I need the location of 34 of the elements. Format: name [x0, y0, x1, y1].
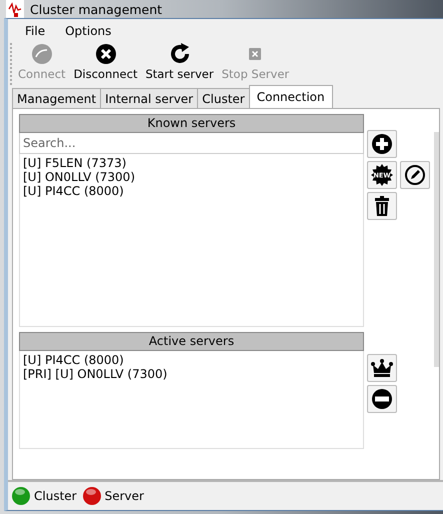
section-header: Active servers [19, 332, 364, 351]
plus-circle-icon [371, 133, 393, 155]
minus-circle-button[interactable] [367, 385, 397, 413]
section-header: Known servers [19, 114, 364, 133]
pencil-circle-button[interactable] [400, 161, 430, 189]
minus-circle-icon [371, 388, 393, 410]
pencil-circle-icon [404, 164, 426, 186]
search-field[interactable]: Search... [19, 133, 364, 154]
list-item[interactable]: [U] ON0LLV (7300) [23, 170, 135, 184]
tab[interactable]: Management [12, 88, 102, 108]
close-circle-icon [94, 43, 116, 65]
list-item[interactable]: [U] PI4CC (8000) [23, 184, 124, 198]
refresh-icon [168, 43, 191, 65]
tab[interactable]: Internal server [100, 88, 198, 108]
tab[interactable]: Connection [248, 85, 333, 108]
crown-button[interactable] [367, 354, 397, 382]
tab[interactable]: Cluster [197, 88, 250, 108]
trash-button[interactable] [367, 192, 397, 220]
list-item[interactable]: [PRI] [U] ON0LLV (7300) [23, 367, 168, 381]
list-item[interactable]: [U] F5LEN (7373) [23, 156, 126, 170]
toolbar-button[interactable]: Disconnect [72, 43, 138, 81]
toolbar-button[interactable]: Start server [144, 43, 215, 81]
list-item[interactable]: [U] PI4CC (8000) [23, 353, 124, 367]
status-label: Cluster [34, 489, 77, 503]
menu-item[interactable]: Options [56, 24, 120, 38]
crown-icon [371, 357, 393, 379]
plus-circle-button[interactable] [367, 130, 397, 158]
status-light-icon [82, 486, 102, 506]
status-label: Server [104, 489, 144, 503]
window-title: Cluster management [30, 2, 162, 16]
app-logo-icon [6, 0, 24, 18]
status-light-icon [11, 486, 31, 506]
gauge-icon [30, 43, 53, 65]
menu-item[interactable]: File [16, 24, 54, 38]
